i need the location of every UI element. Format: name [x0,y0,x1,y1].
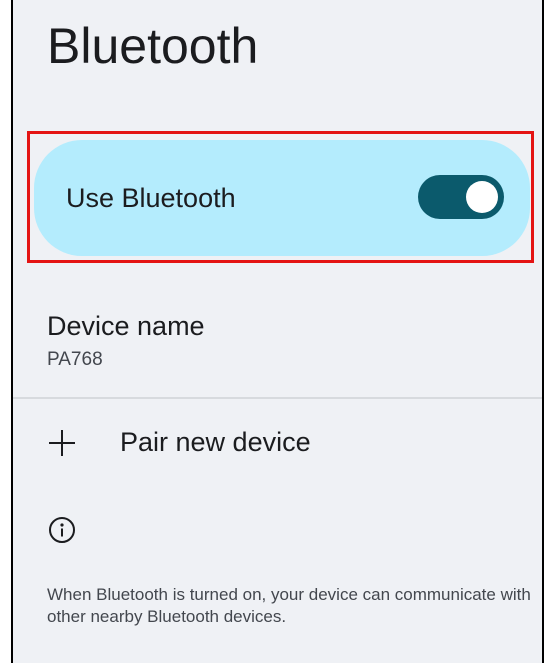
switch-knob [466,181,498,213]
pair-new-device-row[interactable]: Pair new device [13,404,542,484]
divider [13,397,542,399]
page-title: Bluetooth [47,18,259,74]
use-bluetooth-toggle-row[interactable]: Use Bluetooth [34,140,530,256]
pair-new-device-label: Pair new device [120,427,311,457]
bluetooth-switch[interactable] [418,175,504,219]
plus-icon [49,430,75,456]
settings-screen: Bluetooth Use Bluetooth Device name PA76… [11,0,544,663]
use-bluetooth-label: Use Bluetooth [66,183,236,213]
device-name-value: PA768 [47,349,103,370]
device-name-title: Device name [47,311,205,341]
bluetooth-info-text: When Bluetooth is turned on, your device… [47,585,531,626]
info-icon [48,516,76,544]
device-name-row[interactable]: Device name PA768 [13,300,542,396]
